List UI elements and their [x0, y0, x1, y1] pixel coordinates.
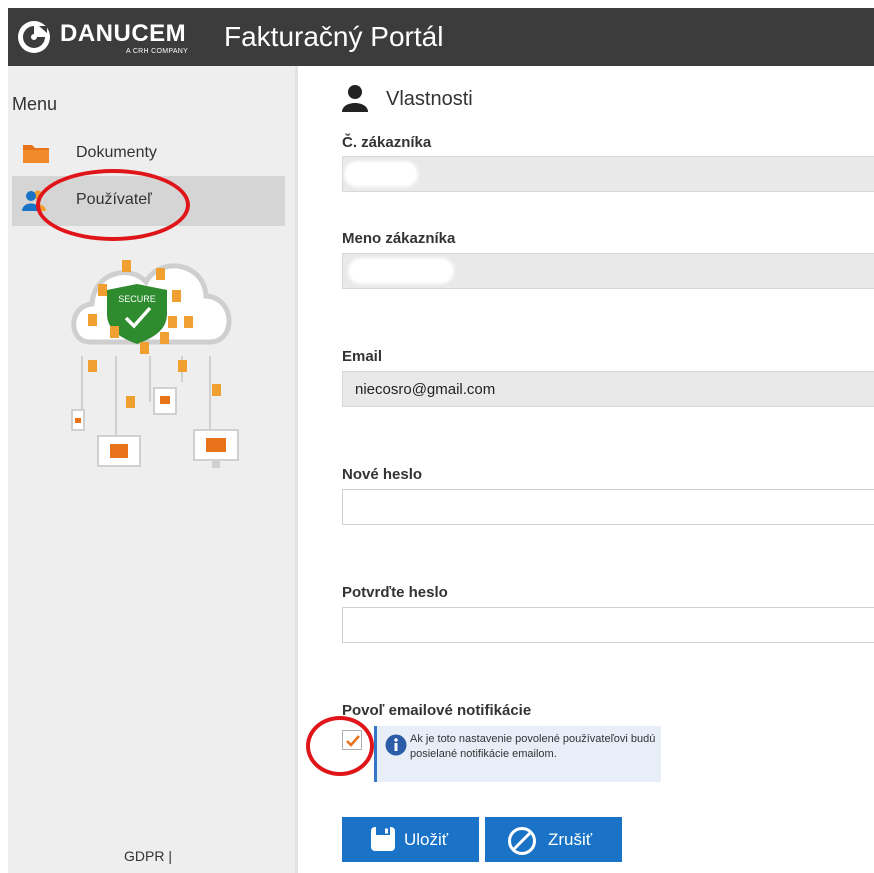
customer-name-label: Meno zákazníka	[342, 230, 456, 247]
notifications-label: Povoľ emailové notifikácie	[342, 702, 532, 719]
folder-icon	[23, 145, 49, 163]
sidebar-item-label: Dokumenty	[76, 144, 157, 161]
brand-name: DANUCEM	[60, 20, 187, 47]
cancel-icon	[508, 827, 536, 855]
brand-subtitle: A CRH COMPANY	[126, 48, 189, 55]
email-label: Email	[342, 348, 383, 365]
gdpr-link[interactable]: GDPR |	[124, 848, 172, 864]
checkmark-icon	[346, 735, 360, 747]
users-icon	[22, 190, 46, 211]
customer-number-label: Č. zákazníka	[342, 134, 432, 151]
top-bar: DANUCEM A CRH COMPANY Fakturačný Portál	[8, 8, 874, 66]
redaction-blur	[344, 161, 418, 187]
notifications-checkbox[interactable]	[342, 730, 362, 750]
email-field[interactable]	[342, 371, 874, 407]
secure-badge-text: SECURE	[118, 294, 156, 304]
app-title: Fakturačný Portál	[224, 21, 444, 52]
main-content: Vlastnosti Č. zákazníka Meno zákazníka E…	[298, 66, 874, 873]
danucem-logo-icon	[18, 21, 50, 53]
section-title: Vlastnosti	[386, 88, 473, 110]
info-icon	[385, 734, 407, 756]
new-password-field[interactable]	[342, 489, 874, 525]
cancel-button-label: Zrušiť	[548, 830, 593, 849]
person-icon	[342, 85, 368, 112]
confirm-password-label: Potvrďte heslo	[342, 584, 448, 601]
sidebar: Menu Dokumenty Používateľ SECURE GDPR |	[8, 66, 298, 873]
secure-cloud-illustration: SECURE	[71, 260, 239, 468]
notifications-info-box: Ak je toto nastavenie povolené používate…	[374, 726, 661, 782]
notifications-info-text: Ak je toto nastavenie povolené používate…	[410, 733, 656, 760]
sidebar-item-dokumenty[interactable]: Dokumenty	[12, 129, 285, 179]
sidebar-item-pouzivatel[interactable]: Používateľ	[12, 176, 285, 226]
customer-number-field[interactable]	[342, 156, 874, 192]
save-button[interactable]: Uložiť	[342, 817, 479, 862]
cancel-button[interactable]: Zrušiť	[485, 817, 622, 862]
sidebar-item-label: Používateľ	[76, 191, 152, 208]
new-password-label: Nové heslo	[342, 466, 423, 483]
confirm-password-field[interactable]	[342, 607, 874, 643]
save-button-label: Uložiť	[404, 830, 449, 849]
floppy-disk-icon	[371, 827, 395, 851]
redaction-blur	[348, 258, 454, 284]
menu-title: Menu	[12, 94, 58, 114]
